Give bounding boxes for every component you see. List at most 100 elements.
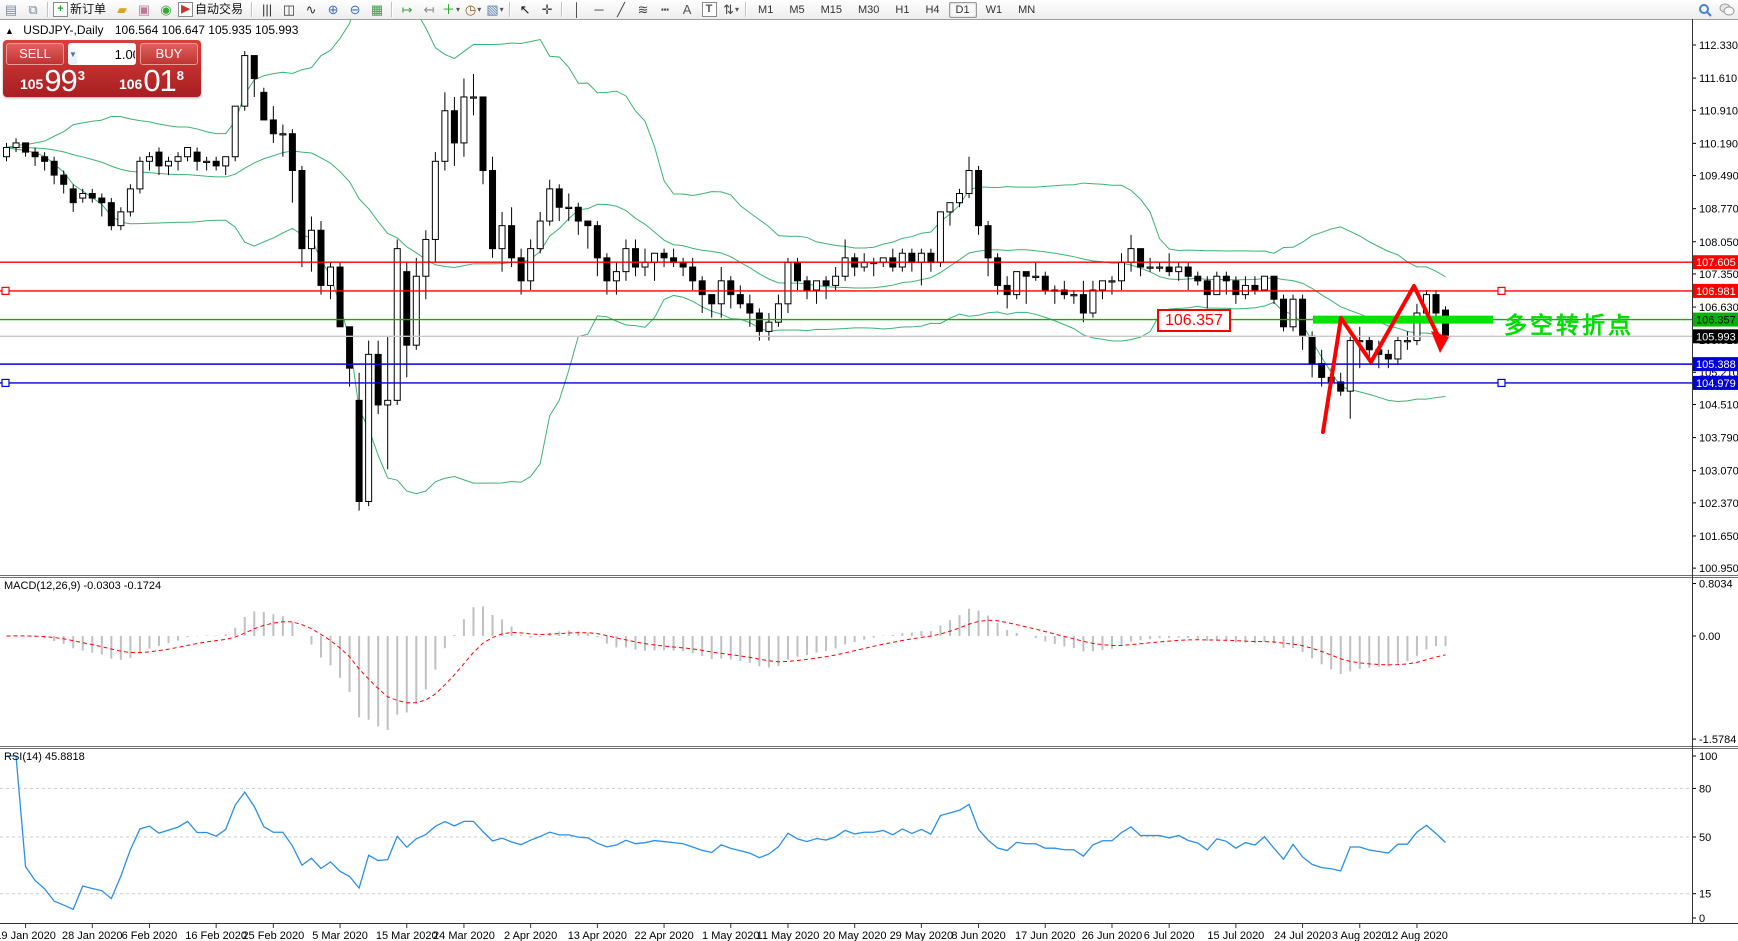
date-tick-label[interactable]: 13 Apr 2020: [568, 930, 627, 941]
horizontal-line-icon[interactable]: ─: [589, 1, 609, 18]
sell-price[interactable]: 105 99 3: [3, 66, 102, 96]
price-callout-label[interactable]: 106.357: [1157, 309, 1231, 332]
line-handle[interactable]: [1498, 379, 1505, 386]
timeframe-button-H1[interactable]: H1: [888, 2, 916, 18]
chart-window-icon[interactable]: ▤: [1, 1, 21, 18]
dropdown-caret-icon[interactable]: ▾: [456, 1, 460, 18]
date-tick-label[interactable]: 8 Jun 2020: [951, 930, 1005, 941]
date-tick-label[interactable]: 1 May 2020: [702, 930, 759, 941]
zoom-out-icon[interactable]: ⊖: [345, 1, 365, 18]
timeframe-button-M15[interactable]: M15: [814, 2, 849, 18]
fibonacci-icon[interactable]: ┅: [655, 1, 675, 18]
collapse-panel-icon[interactable]: ▲: [5, 26, 14, 36]
dropdown-caret-icon[interactable]: ▾: [735, 1, 739, 18]
periods-icon[interactable]: ◷▾: [463, 1, 483, 18]
macd-indicator-label: MACD(12,26,9) -0.0303 -0.1724: [4, 580, 161, 592]
date-tick-label[interactable]: 25 Feb 2020: [242, 930, 304, 941]
sell-button[interactable]: SELL: [6, 43, 64, 65]
candle-body: [80, 193, 86, 198]
date-tick-label[interactable]: 6 Jul 2020: [1144, 930, 1195, 941]
date-tick-label[interactable]: 28 Jan 2020: [62, 930, 123, 941]
date-tick-label[interactable]: 24 Jul 2020: [1274, 930, 1331, 941]
line-chart-icon[interactable]: ∿: [301, 1, 321, 18]
auto-scroll-icon[interactable]: ↦: [397, 1, 417, 18]
timeframe-button-H4[interactable]: H4: [918, 2, 946, 18]
date-tick-label[interactable]: 11 May 2020: [757, 930, 820, 941]
buy-price[interactable]: 106 01 8: [102, 66, 201, 96]
equidistant-channel-icon[interactable]: ≋: [633, 1, 653, 18]
autotrading-icon: ▶: [178, 2, 193, 17]
text-icon[interactable]: A: [677, 1, 697, 18]
line-handle[interactable]: [1498, 287, 1505, 294]
turning-point-annotation[interactable]: 多空转折点: [1504, 306, 1634, 340]
bars-chart-icon[interactable]: |||: [257, 1, 277, 18]
metaeditor-icon[interactable]: ▰: [112, 1, 132, 18]
date-tick-label[interactable]: 19 Jan 2020: [0, 930, 56, 941]
chat-icon[interactable]: [1717, 1, 1737, 18]
line-handle[interactable]: [2, 287, 9, 294]
hline-badge-text: 105.388: [1696, 359, 1736, 371]
candle-body: [70, 189, 76, 203]
candle-body: [394, 249, 400, 401]
vertical-line-icon[interactable]: │: [567, 1, 587, 18]
candle-body: [23, 143, 29, 152]
date-tick-label[interactable]: 6 Feb 2020: [122, 930, 178, 941]
search-icon[interactable]: [1695, 1, 1715, 18]
tile-windows-icon[interactable]: ▦: [367, 1, 387, 18]
date-tick-label[interactable]: 5 Mar 2020: [312, 930, 368, 941]
date-tick-label[interactable]: 3 Aug 2020: [1332, 930, 1388, 941]
publish-chart-icon[interactable]: ▣: [134, 1, 154, 18]
candle-body: [423, 239, 429, 276]
trend-zigzag-arrow[interactable]: [1323, 286, 1439, 432]
zoom-in-icon[interactable]: ⊕: [323, 1, 343, 18]
text-label-icon[interactable]: T: [699, 1, 719, 18]
timeframe-button-M30[interactable]: M30: [851, 2, 886, 18]
timeframe-button-M1[interactable]: M1: [751, 2, 780, 18]
cursor-icon[interactable]: ↖: [515, 1, 535, 18]
timeframe-button-D1[interactable]: D1: [949, 2, 977, 18]
chart-shift-icon: ↤: [424, 1, 435, 18]
line-handle[interactable]: [2, 379, 9, 386]
date-tick-label[interactable]: 2 Apr 2020: [504, 930, 557, 941]
price-tick-label: 110.910: [1699, 105, 1738, 117]
line-chart-icon: ∿: [306, 1, 317, 18]
candle-body: [814, 281, 820, 290]
macd-pane: [7, 606, 1446, 730]
new-order-icon[interactable]: +新订单: [53, 1, 110, 18]
date-tick-label[interactable]: 15 Mar 2020: [376, 930, 438, 941]
community-icon[interactable]: ◉: [156, 1, 176, 18]
date-tick-label[interactable]: 17 Jun 2020: [1015, 930, 1076, 941]
date-tick-label[interactable]: 15 Jul 2020: [1207, 930, 1264, 941]
indicators-icon[interactable]: ＋▾: [441, 1, 461, 18]
candle-body: [537, 221, 543, 249]
date-tick-label[interactable]: 26 Jun 2020: [1082, 930, 1143, 941]
crosshair-icon[interactable]: ✛: [537, 1, 557, 18]
data-window-icon[interactable]: ⧉: [23, 1, 43, 18]
trendline-icon[interactable]: ╱: [611, 1, 631, 18]
autotrading-icon[interactable]: ▶自动交易: [178, 1, 247, 18]
candlestick-chart-icon[interactable]: ◫: [279, 1, 299, 18]
timeframe-button-W1[interactable]: W1: [979, 2, 1010, 18]
dropdown-caret-icon[interactable]: ▾: [477, 1, 481, 18]
chart-canvas[interactable]: 112.330111.610110.910110.190109.490108.7…: [0, 19, 1738, 941]
timeframe-button-MN[interactable]: MN: [1011, 2, 1042, 18]
candle-body: [185, 148, 191, 157]
volume-input[interactable]: [77, 47, 136, 62]
buy-button[interactable]: BUY: [140, 43, 198, 65]
date-tick-label[interactable]: 24 Mar 2020: [433, 930, 495, 941]
date-tick-label[interactable]: 12 Aug 2020: [1386, 930, 1448, 941]
chart-shift-icon[interactable]: ↤: [419, 1, 439, 18]
dropdown-caret-icon[interactable]: ▾: [500, 1, 504, 18]
volume-down-button[interactable]: ▼: [69, 44, 77, 64]
date-tick-label[interactable]: 20 May 2020: [823, 930, 887, 941]
date-tick-label[interactable]: 29 May 2020: [890, 930, 954, 941]
candle-body: [1128, 249, 1134, 263]
date-tick-label[interactable]: 16 Feb 2020: [185, 930, 247, 941]
templates-icon[interactable]: ▧▾: [485, 1, 505, 18]
candle-body: [585, 221, 591, 226]
timeframe-button-M5[interactable]: M5: [782, 2, 811, 18]
candle-body: [1242, 285, 1248, 294]
date-tick-label[interactable]: 22 Apr 2020: [634, 930, 693, 941]
arrows-icon[interactable]: ⇅▾: [721, 1, 741, 18]
main-pane: [4, 19, 1449, 511]
